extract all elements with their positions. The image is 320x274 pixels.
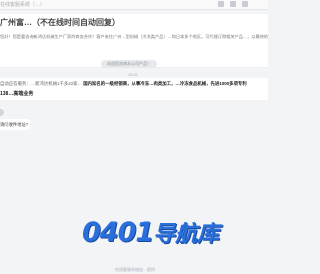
window-title: 在线客服系统（…） [0,2,46,8]
brand-name: 导航库 [153,222,220,247]
chat-bubble: 请问收件地址? [0,119,30,130]
system-message-pill: 欢迎您咨询本公司产品！ [101,60,157,68]
auto-reply-message: 自动应答服务：…新鸿达机械1千多22家… 国内知名的一级经销商，从事冷冻…肉类加… [0,78,268,100]
intro-card-heading: 广州富…（不在线时间自动回复） [0,18,120,27]
footer-note: 在线客服系统由…提供 [115,267,155,272]
auto-reply-prefix: 自动应答服务：…新鸿达机械1千多22家… [0,81,82,86]
avatar [0,109,4,116]
brand-watermark: 0401 导航库 [82,216,219,248]
window-titlebar: 在线客服系统（…） [0,0,268,10]
close-icon[interactable] [242,1,248,7]
intro-card-description: 您好！您是要咨询新鸿达机械生产厂家的商务合作？客户来往广州…型机械（冷冻类产品）… [0,34,268,39]
auto-reply-highlight: 国内知名的一级经销商，从事冷冻…肉类加工，…冷冻食品机械，先进1000多项专利 [83,81,247,86]
auto-reply-contact: 138…高端业务 [0,91,34,97]
maximize-icon[interactable] [230,1,236,7]
message-timestamp: 10:31 [128,72,139,77]
brand-number: 0401 [82,216,154,248]
auto-reply-line: 自动应答服务：…新鸿达机械1千多22家… 国内知名的一级经销商，从事冷冻…肉类加… [0,81,247,87]
minimize-icon[interactable] [218,1,224,7]
